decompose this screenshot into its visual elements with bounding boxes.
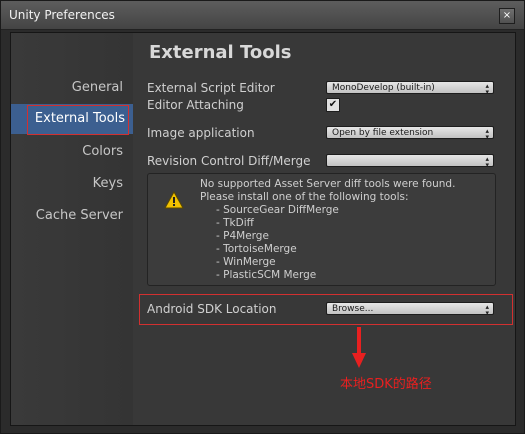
revision-control-label: Revision Control Diff/Merge <box>147 154 311 168</box>
sidebar-item-label: Keys <box>92 176 123 191</box>
script-editor-label: External Script Editor <box>147 81 275 95</box>
editor-attaching-label: Editor Attaching <box>147 98 244 112</box>
close-button[interactable]: × <box>499 8 515 24</box>
dropdown-arrow-icon: ▴ ▾ <box>485 82 489 96</box>
preferences-client-area: General External Tools Colors Keys Cache… <box>10 32 516 426</box>
help-text-line: - PlasticSCM Merge <box>216 269 317 281</box>
help-text-line: - WinMerge <box>216 256 276 268</box>
sidebar-item-keys[interactable]: Keys <box>11 169 133 199</box>
help-text-line: No supported Asset Server diff tools wer… <box>200 178 456 190</box>
help-text-line: - TortoiseMerge <box>216 243 297 255</box>
editor-attaching-checkbox[interactable]: ✔ <box>326 98 340 112</box>
dropdown-value: Open by file extension <box>332 128 434 138</box>
dropdown-arrow-icon: ▴ ▾ <box>485 155 489 169</box>
help-text-line: - TkDiff <box>216 217 254 229</box>
external-tools-panel: External Tools External Script Editor Mo… <box>133 33 515 425</box>
checkmark-icon: ✔ <box>328 99 338 110</box>
annotation-text: 本地SDK的路径 <box>340 377 432 392</box>
page-title: External Tools <box>149 42 292 63</box>
image-application-label: Image application <box>147 126 255 140</box>
sidebar-item-label: Cache Server <box>35 208 123 223</box>
annotation-highlight-box-android <box>139 294 513 325</box>
sidebar-item-cache-server[interactable]: Cache Server <box>11 201 133 231</box>
preferences-window: Unity Preferences × General External Too… <box>0 0 525 434</box>
warning-icon <box>164 191 184 209</box>
dropdown-arrow-icon: ▴ ▾ <box>485 127 489 141</box>
help-text-line: - P4Merge <box>216 230 269 242</box>
sidebar-item-colors[interactable]: Colors <box>11 137 133 167</box>
sidebar-item-label: Colors <box>82 144 123 159</box>
annotation-highlight-box-nav <box>27 105 129 135</box>
sidebar-item-general[interactable]: General <box>11 73 133 103</box>
annotation-arrow-icon <box>352 327 366 368</box>
title-bar[interactable]: Unity Preferences × <box>1 1 524 30</box>
script-editor-dropdown[interactable]: MonoDevelop (built-in) ▴ ▾ <box>326 81 494 96</box>
help-text-line: - SourceGear DiffMerge <box>216 204 339 216</box>
dropdown-value: MonoDevelop (built-in) <box>332 83 435 93</box>
diff-tools-help-box: No supported Asset Server diff tools wer… <box>147 173 496 286</box>
image-application-dropdown[interactable]: Open by file extension ▴ ▾ <box>326 126 494 141</box>
help-text-line: Please install one of the following tool… <box>200 191 409 203</box>
close-icon: × <box>502 10 512 21</box>
revision-control-dropdown[interactable]: ▴ ▾ <box>326 154 494 169</box>
window-title: Unity Preferences <box>9 8 115 22</box>
sidebar-item-label: General <box>71 80 123 95</box>
sidebar: General External Tools Colors Keys Cache… <box>11 33 133 425</box>
